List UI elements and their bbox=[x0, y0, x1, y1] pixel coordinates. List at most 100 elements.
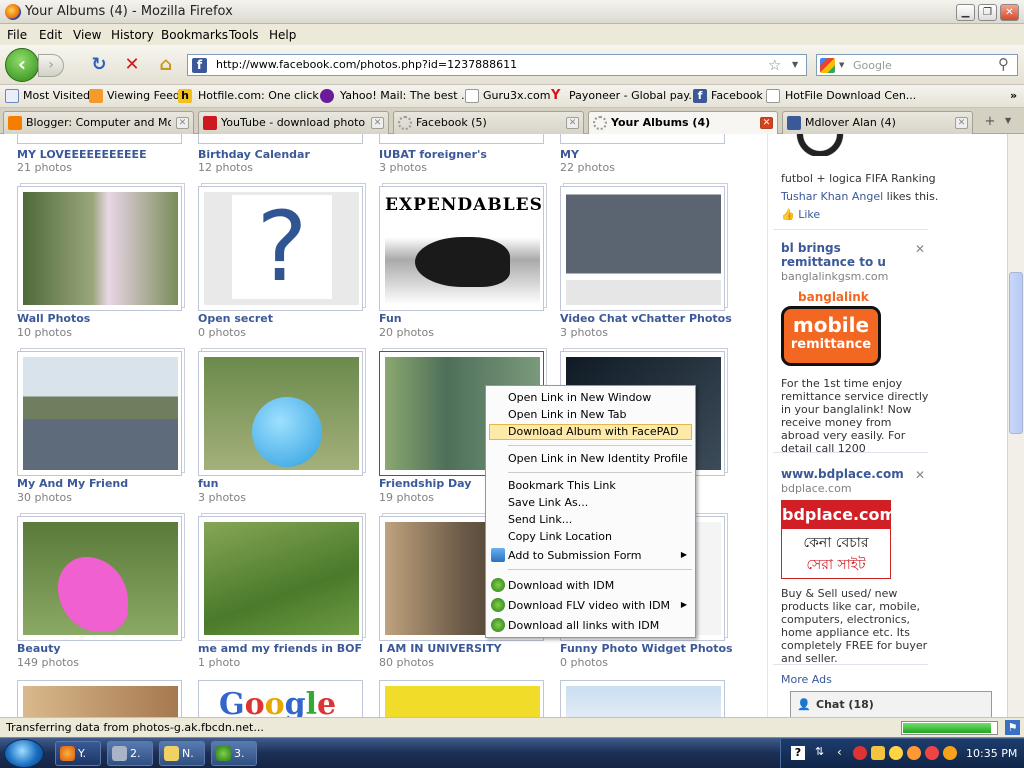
album-thumbnail[interactable] bbox=[17, 134, 182, 144]
album-name[interactable]: MY bbox=[560, 148, 579, 161]
new-tab-icon[interactable]: + bbox=[980, 114, 1000, 130]
album-thumbnail[interactable] bbox=[560, 680, 725, 717]
album-thumbnail[interactable] bbox=[17, 516, 182, 641]
back-button[interactable]: ‹ bbox=[5, 48, 39, 82]
album-thumbnail[interactable] bbox=[17, 680, 182, 717]
tab-list-icon[interactable]: ▼ bbox=[1005, 116, 1011, 125]
ad-banner-bdplace[interactable]: bdplace.com কেনা বেচার সেরা সাইট bbox=[781, 500, 896, 579]
album-thumbnail[interactable]: EXPENDABLES bbox=[379, 186, 544, 311]
addon-status-icon[interactable]: ⚑ bbox=[1005, 720, 1020, 735]
chevron-left-icon[interactable]: ‹ bbox=[837, 745, 842, 759]
menu-item-copy-link[interactable]: Copy Link Location bbox=[508, 530, 612, 543]
album-name[interactable]: I AM IN UNIVERSITY bbox=[379, 642, 502, 655]
album-name[interactable]: me amd my friends in BOF bbox=[198, 642, 362, 655]
minimize-button[interactable]: ▁ bbox=[956, 4, 975, 21]
tray-app-icon[interactable] bbox=[943, 746, 957, 760]
bookmark-most-visited[interactable]: Most Visited bbox=[23, 89, 90, 102]
menu-help[interactable]: Help bbox=[269, 28, 296, 42]
menu-item-open-new-window[interactable]: Open Link in New Window bbox=[508, 391, 651, 404]
network-icon[interactable]: ⇅ bbox=[815, 745, 824, 758]
bookmark-guru3x[interactable]: Guru3x.com bbox=[483, 89, 551, 102]
menu-item-download-flv-idm[interactable]: Download FLV video with IDM bbox=[508, 599, 670, 612]
album-thumbnail[interactable] bbox=[198, 134, 363, 144]
tray-app-icon[interactable] bbox=[889, 746, 903, 760]
like-button[interactable]: 👍 Like bbox=[781, 208, 820, 221]
close-icon[interactable]: ✕ bbox=[915, 242, 925, 256]
star-icon[interactable]: ☆ bbox=[768, 56, 781, 74]
bookmark-hotfile[interactable]: Hotfile.com: One click ... bbox=[198, 89, 333, 102]
soccer-ball-image[interactable] bbox=[785, 134, 855, 156]
stop-icon[interactable]: ✕ bbox=[122, 55, 142, 75]
album-thumbnail[interactable] bbox=[17, 351, 182, 476]
bookmark-viewing-feed[interactable]: Viewing Feed bbox=[107, 89, 180, 102]
menu-item-add-submission[interactable]: Add to Submission Form bbox=[508, 549, 641, 562]
close-icon[interactable]: ✕ bbox=[176, 117, 189, 129]
album-name[interactable]: Wall Photos bbox=[17, 312, 90, 325]
album-name[interactable]: Friendship Day bbox=[379, 477, 471, 490]
album-name[interactable]: fun bbox=[198, 477, 218, 490]
start-button[interactable] bbox=[4, 739, 44, 768]
menu-item-download-all-idm[interactable]: Download all links with IDM bbox=[508, 619, 659, 632]
search-icon[interactable]: ⚲ bbox=[998, 55, 1009, 73]
tab-facebook[interactable]: Facebook (5) ✕ bbox=[393, 111, 584, 134]
album-name[interactable]: IUBAT foreigner's bbox=[379, 148, 487, 161]
album-thumbnail[interactable] bbox=[560, 186, 725, 311]
bookmark-payoneer[interactable]: Payoneer - Global pay... bbox=[569, 89, 699, 102]
album-name[interactable]: Video Chat vChatter Photos bbox=[560, 312, 732, 325]
menu-item-save-link[interactable]: Save Link As... bbox=[508, 496, 588, 509]
tray-app-icon[interactable] bbox=[853, 746, 867, 760]
chevron-down-icon[interactable]: ▼ bbox=[792, 60, 798, 69]
taskbar-button-3[interactable]: 3. bbox=[211, 741, 257, 766]
menu-item-download-idm[interactable]: Download with IDM bbox=[508, 579, 614, 592]
menu-file[interactable]: File bbox=[7, 28, 27, 42]
menu-tools[interactable]: Tools bbox=[229, 28, 259, 42]
help-icon[interactable]: ? bbox=[791, 746, 805, 760]
close-icon[interactable]: ✕ bbox=[955, 117, 968, 129]
menu-item-open-new-tab[interactable]: Open Link in New Tab bbox=[508, 408, 627, 421]
google-icon[interactable] bbox=[820, 58, 835, 73]
tray-app-icon[interactable] bbox=[907, 746, 921, 760]
taskbar-button-2[interactable]: 2. bbox=[107, 741, 153, 766]
menu-view[interactable]: View bbox=[73, 28, 101, 42]
close-icon[interactable]: ✕ bbox=[566, 117, 579, 129]
chevron-down-icon[interactable]: ▼ bbox=[839, 61, 844, 69]
window-title-bar[interactable]: Your Albums (4) - Mozilla Firefox ▁ ❐ ✕ bbox=[0, 0, 1024, 24]
taskbar-clock[interactable]: 10:35 PM bbox=[966, 747, 1017, 760]
album-thumbnail[interactable]: Google bbox=[198, 680, 363, 717]
album-thumbnail[interactable] bbox=[17, 186, 182, 311]
album-thumbnail[interactable] bbox=[198, 516, 363, 641]
album-thumbnail[interactable] bbox=[379, 134, 544, 144]
album-thumbnail[interactable]: ? bbox=[198, 186, 363, 311]
forward-button[interactable]: › bbox=[38, 54, 64, 77]
ad-title[interactable]: www.bdplace.com bbox=[781, 467, 904, 481]
maximize-button[interactable]: ❐ bbox=[978, 4, 997, 21]
album-thumbnail[interactable] bbox=[560, 134, 725, 144]
album-thumbnail[interactable] bbox=[198, 351, 363, 476]
chat-bar[interactable]: 👤 Chat (18) bbox=[790, 691, 992, 717]
close-icon[interactable]: ✕ bbox=[915, 468, 925, 482]
bookmark-hotfile-download[interactable]: HotFile Download Cen... bbox=[785, 89, 916, 102]
ad-title[interactable]: bl brings remittance to u bbox=[781, 241, 906, 269]
close-button[interactable]: ✕ bbox=[1000, 4, 1019, 21]
tab-your-albums[interactable]: Your Albums (4) ✕ bbox=[588, 111, 778, 135]
album-name[interactable]: Funny Photo Widget Photos bbox=[560, 642, 733, 655]
menu-item-bookmark-link[interactable]: Bookmark This Link bbox=[508, 479, 616, 492]
search-bar[interactable]: ▼ Google ⚲ bbox=[816, 54, 1018, 76]
menu-history[interactable]: History bbox=[111, 28, 154, 42]
album-name[interactable]: My And My Friend bbox=[17, 477, 128, 490]
reload-icon[interactable]: ↻ bbox=[89, 55, 109, 75]
vertical-scrollbar[interactable] bbox=[1007, 134, 1024, 717]
album-name[interactable]: MY LOVEEEEEEEEEEE bbox=[17, 148, 147, 161]
taskbar-button-notepad[interactable]: N. bbox=[159, 741, 205, 766]
tab-blogger[interactable]: Blogger: Computer and Mo... ✕ bbox=[3, 111, 194, 134]
menu-edit[interactable]: Edit bbox=[39, 28, 62, 42]
close-icon[interactable]: ✕ bbox=[371, 117, 384, 129]
menu-item-send-link[interactable]: Send Link... bbox=[508, 513, 572, 526]
menu-item-download-facepad[interactable]: Download Album with FacePAD bbox=[489, 424, 692, 440]
more-ads-link[interactable]: More Ads bbox=[781, 673, 832, 686]
album-name[interactable]: Open secret bbox=[198, 312, 273, 325]
tab-mdlover-alan[interactable]: Mdlover Alan (4) ✕ bbox=[782, 111, 973, 134]
album-name[interactable]: Birthday Calendar bbox=[198, 148, 310, 161]
tray-app-icon[interactable] bbox=[871, 746, 885, 760]
tray-app-icon[interactable] bbox=[925, 746, 939, 760]
